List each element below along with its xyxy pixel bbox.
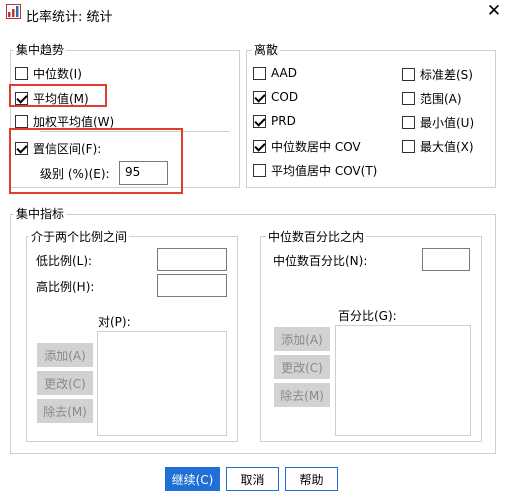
low-proportion-input[interactable] xyxy=(157,248,227,271)
cod-checkbox[interactable]: COD xyxy=(253,90,298,104)
median-centered-cov-label: 中位数居中 COV xyxy=(271,140,361,154)
prd-checkbox[interactable]: PRD xyxy=(253,114,296,128)
maximum-checkbox-box[interactable] xyxy=(402,140,415,153)
between-remove-button[interactable]: 除去(M) xyxy=(37,399,93,423)
median-checkbox[interactable]: 中位数(I) xyxy=(15,65,82,82)
mean-centered-cov-label: 平均值居中 COV(T) xyxy=(271,164,378,178)
mean-highlight xyxy=(9,84,107,107)
close-icon[interactable]: ✕ xyxy=(485,2,503,20)
continue-button[interactable]: 继续(C) xyxy=(165,467,220,491)
median-centered-cov-checkbox[interactable]: 中位数居中 COV xyxy=(253,138,361,155)
percent-of-median-label: 中位数百分比(N): xyxy=(273,254,368,268)
within-median-legend: 中位数百分比之内 xyxy=(266,228,367,245)
percentages-list[interactable] xyxy=(335,325,471,436)
minimum-label: 最小值(U) xyxy=(420,116,475,130)
pairs-label: 对(P): xyxy=(98,315,131,329)
maximum-label: 最大值(X) xyxy=(420,140,474,154)
minimum-checkbox[interactable]: 最小值(U) xyxy=(402,114,474,131)
between-add-button[interactable]: 添加(A) xyxy=(37,343,93,367)
percent-of-median-input[interactable] xyxy=(422,248,470,271)
high-proportion-input[interactable] xyxy=(157,274,227,297)
mean-centered-cov-checkbox-box[interactable] xyxy=(253,164,266,177)
range-checkbox-box[interactable] xyxy=(402,92,415,105)
maximum-checkbox[interactable]: 最大值(X) xyxy=(402,138,474,155)
median-label: 中位数(I) xyxy=(33,67,82,81)
weighted-mean-checkbox-box[interactable] xyxy=(15,115,28,128)
std-dev-checkbox[interactable]: 标准差(S) xyxy=(402,66,473,83)
high-proportion-label: 高比例(H): xyxy=(36,280,95,294)
within-add-button[interactable]: 添加(A) xyxy=(274,327,330,351)
range-label: 范围(A) xyxy=(420,92,462,106)
minimum-checkbox-box[interactable] xyxy=(402,116,415,129)
within-remove-button[interactable]: 除去(M) xyxy=(274,383,330,407)
window-title: 比率统计: 统计 xyxy=(26,10,113,25)
within-change-button[interactable]: 更改(C) xyxy=(274,355,330,379)
std-dev-label: 标准差(S) xyxy=(420,68,473,82)
range-checkbox[interactable]: 范围(A) xyxy=(402,90,462,107)
aad-checkbox[interactable]: AAD xyxy=(253,66,297,80)
prd-checkbox-box[interactable] xyxy=(253,114,266,128)
dispersion-legend: 离散 xyxy=(252,41,281,58)
app-icon xyxy=(6,4,21,19)
pairs-list[interactable] xyxy=(97,331,227,436)
low-proportion-label: 低比例(L): xyxy=(36,254,93,268)
median-checkbox-box[interactable] xyxy=(15,67,28,80)
cod-label: COD xyxy=(271,90,299,104)
concentration-legend: 集中指标 xyxy=(14,205,67,222)
between-legend: 介于两个比例之间 xyxy=(29,228,130,245)
median-centered-cov-checkbox-box[interactable] xyxy=(253,140,266,153)
between-change-button[interactable]: 更改(C) xyxy=(37,371,93,395)
aad-checkbox-box[interactable] xyxy=(253,66,266,80)
central-tendency-legend: 集中趋势 xyxy=(14,41,67,58)
cod-checkbox-box[interactable] xyxy=(253,90,266,104)
cancel-button[interactable]: 取消 xyxy=(226,467,279,491)
aad-label: AAD xyxy=(271,66,297,80)
help-button[interactable]: 帮助 xyxy=(285,467,338,491)
mean-centered-cov-checkbox[interactable]: 平均值居中 COV(T) xyxy=(253,162,377,179)
percentages-label: 百分比(G): xyxy=(338,309,397,323)
prd-label: PRD xyxy=(271,114,296,128)
std-dev-checkbox-box[interactable] xyxy=(402,68,415,81)
confidence-interval-highlight xyxy=(9,128,183,194)
